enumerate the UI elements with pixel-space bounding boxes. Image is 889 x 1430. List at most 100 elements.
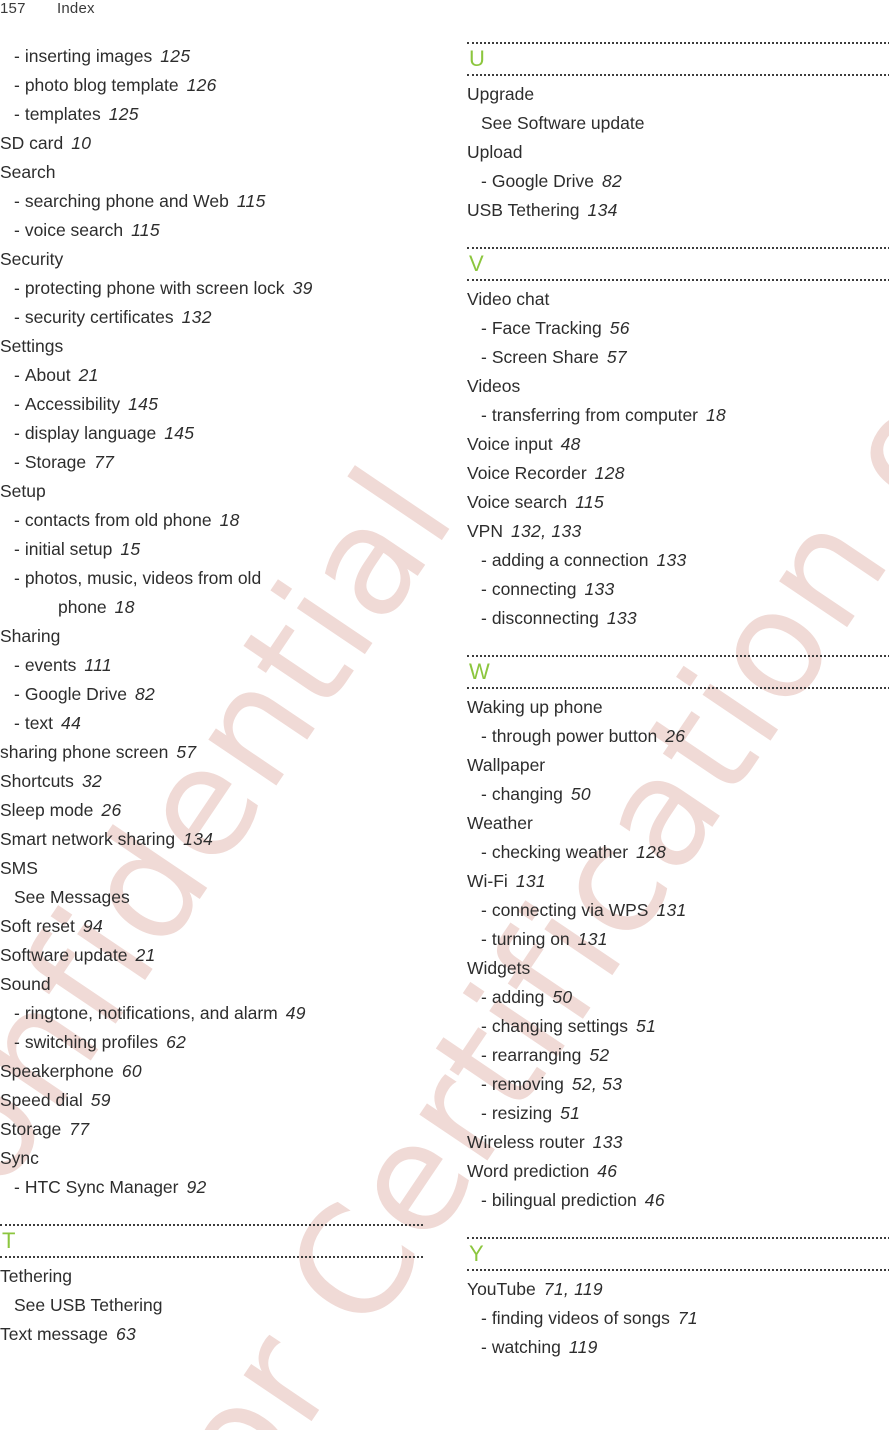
entry-page-reference: 128 <box>594 463 625 483</box>
entry-page-reference: 57 <box>176 742 197 762</box>
index-section-t: T <box>0 1224 423 1258</box>
entry-page-reference: 71, 119 <box>543 1279 603 1299</box>
entry-label: security certificates <box>24 307 174 327</box>
section-rule-bottom <box>467 279 889 281</box>
index-entry: Weather <box>467 809 889 838</box>
entry-page-reference: 48 <box>560 434 581 454</box>
entry-label: text <box>24 713 54 733</box>
entry-label: phone <box>58 597 107 617</box>
entry-page-reference: 60 <box>121 1061 142 1081</box>
entry-dash: - <box>481 1045 487 1065</box>
entry-dash: - <box>481 726 487 746</box>
entry-page-reference: 133 <box>584 579 615 599</box>
entry-label: contacts from old phone <box>24 510 212 530</box>
entry-page-reference: 59 <box>90 1090 111 1110</box>
entry-label: See Software update <box>481 113 645 133</box>
index-entry: - resizing 51 <box>467 1099 889 1128</box>
entry-label: Word prediction <box>467 1161 590 1181</box>
section-letter: T <box>2 1228 16 1253</box>
entry-label: Waking up phone <box>467 697 603 717</box>
index-entry: - photos, music, videos from old <box>0 564 423 593</box>
entry-dash: - <box>481 347 487 367</box>
index-entry: - removing 52, 53 <box>467 1070 889 1099</box>
entry-label: Upload <box>467 142 523 162</box>
entry-dash: - <box>14 75 20 95</box>
index-column-right: U Upgrade See Software update Upload - Google… <box>467 42 889 1362</box>
entry-label: USB Tethering <box>467 200 580 220</box>
entry-label: Sharing <box>0 626 61 646</box>
index-entry: - Face Tracking 56 <box>467 314 889 343</box>
entry-page-reference: 145 <box>164 423 195 443</box>
entry-page-reference: 57 <box>606 347 627 367</box>
index-entry: - initial setup 15 <box>0 535 423 564</box>
entry-page-reference: 52 <box>589 1045 610 1065</box>
entry-page-reference: 134 <box>587 200 618 220</box>
index-entry: Voice search 115 <box>467 488 889 517</box>
index-entry: - watching 119 <box>467 1333 889 1362</box>
index-entry: - Screen Share 57 <box>467 343 889 372</box>
index-section-u: U <box>467 42 889 76</box>
entry-dash: - <box>14 104 20 124</box>
section-rule-bottom <box>467 687 889 689</box>
index-entry: Soft reset 94 <box>0 912 423 941</box>
entry-dash: - <box>481 1074 487 1094</box>
entry-page-reference: 133 <box>606 608 637 628</box>
entry-label: sharing phone screen <box>0 742 169 762</box>
index-entry: - searching phone and Web 115 <box>0 187 423 216</box>
entry-label: photo blog template <box>24 75 179 95</box>
index-section-y: Y <box>467 1237 889 1271</box>
entry-label: About <box>24 365 71 385</box>
index-entry: Settings <box>0 332 423 361</box>
entry-dash: - <box>14 452 20 472</box>
index-entry: - connecting 133 <box>467 575 889 604</box>
entry-page-reference: 115 <box>575 492 605 512</box>
index-cross-reference: See Software update <box>467 109 889 138</box>
index-entry: - photo blog template 126 <box>0 71 423 100</box>
entry-dash: - <box>481 842 487 862</box>
entry-page-reference: 134 <box>183 829 214 849</box>
entry-page-reference: 126 <box>186 75 217 95</box>
index-entry: Sharing <box>0 622 423 651</box>
entry-dash: - <box>481 318 487 338</box>
entry-page-reference: 46 <box>597 1161 618 1181</box>
entry-page-reference: 15 <box>120 539 141 559</box>
index-cross-reference: See Messages <box>0 883 423 912</box>
entry-dash: - <box>481 579 487 599</box>
entry-label: Shortcuts <box>0 771 74 791</box>
entry-label: Search <box>0 162 56 182</box>
index-entry: - checking weather 128 <box>467 838 889 867</box>
entry-page-reference: 133 <box>656 550 687 570</box>
index-entry: - turning on 131 <box>467 925 889 954</box>
index-entry: Software update 21 <box>0 941 423 970</box>
section-letter: Y <box>469 1241 484 1266</box>
entry-label: Videos <box>467 376 521 396</box>
entry-label: templates <box>24 104 101 124</box>
entry-page-reference: 51 <box>560 1103 581 1123</box>
entry-dash: - <box>14 423 20 443</box>
entry-label: changing <box>491 784 563 804</box>
entry-label: transferring from computer <box>491 405 699 425</box>
entry-dash: - <box>14 307 20 327</box>
entry-dash: - <box>14 365 20 385</box>
index-entry: - contacts from old phone 18 <box>0 506 423 535</box>
index-entry: SMS <box>0 854 423 883</box>
index-entry: - security certificates 132 <box>0 303 423 332</box>
entry-page-reference: 145 <box>128 394 159 414</box>
entry-label: Widgets <box>467 958 531 978</box>
entry-label: inserting images <box>24 46 153 66</box>
entry-label: watching <box>491 1337 561 1357</box>
entry-page-reference: 82 <box>134 684 156 704</box>
index-page: 157 Index - inserting images 125- photo blog… <box>0 0 889 1430</box>
index-section-v: V <box>467 247 889 281</box>
entry-label: Security <box>0 249 64 269</box>
entry-label: searching phone and Web <box>24 191 229 211</box>
index-entry: - changing 50 <box>467 780 889 809</box>
page-title: Index <box>57 0 95 17</box>
index-entry: - adding 50 <box>467 983 889 1012</box>
entry-label: Storage <box>24 452 87 472</box>
entry-label: Sync <box>0 1148 39 1168</box>
index-entry: - disconnecting 133 <box>467 604 889 633</box>
index-entry: - HTC Sync Manager 92 <box>0 1173 423 1202</box>
index-entry: - Storage 77 <box>0 448 423 477</box>
index-entry: Voice input 48 <box>467 430 889 459</box>
